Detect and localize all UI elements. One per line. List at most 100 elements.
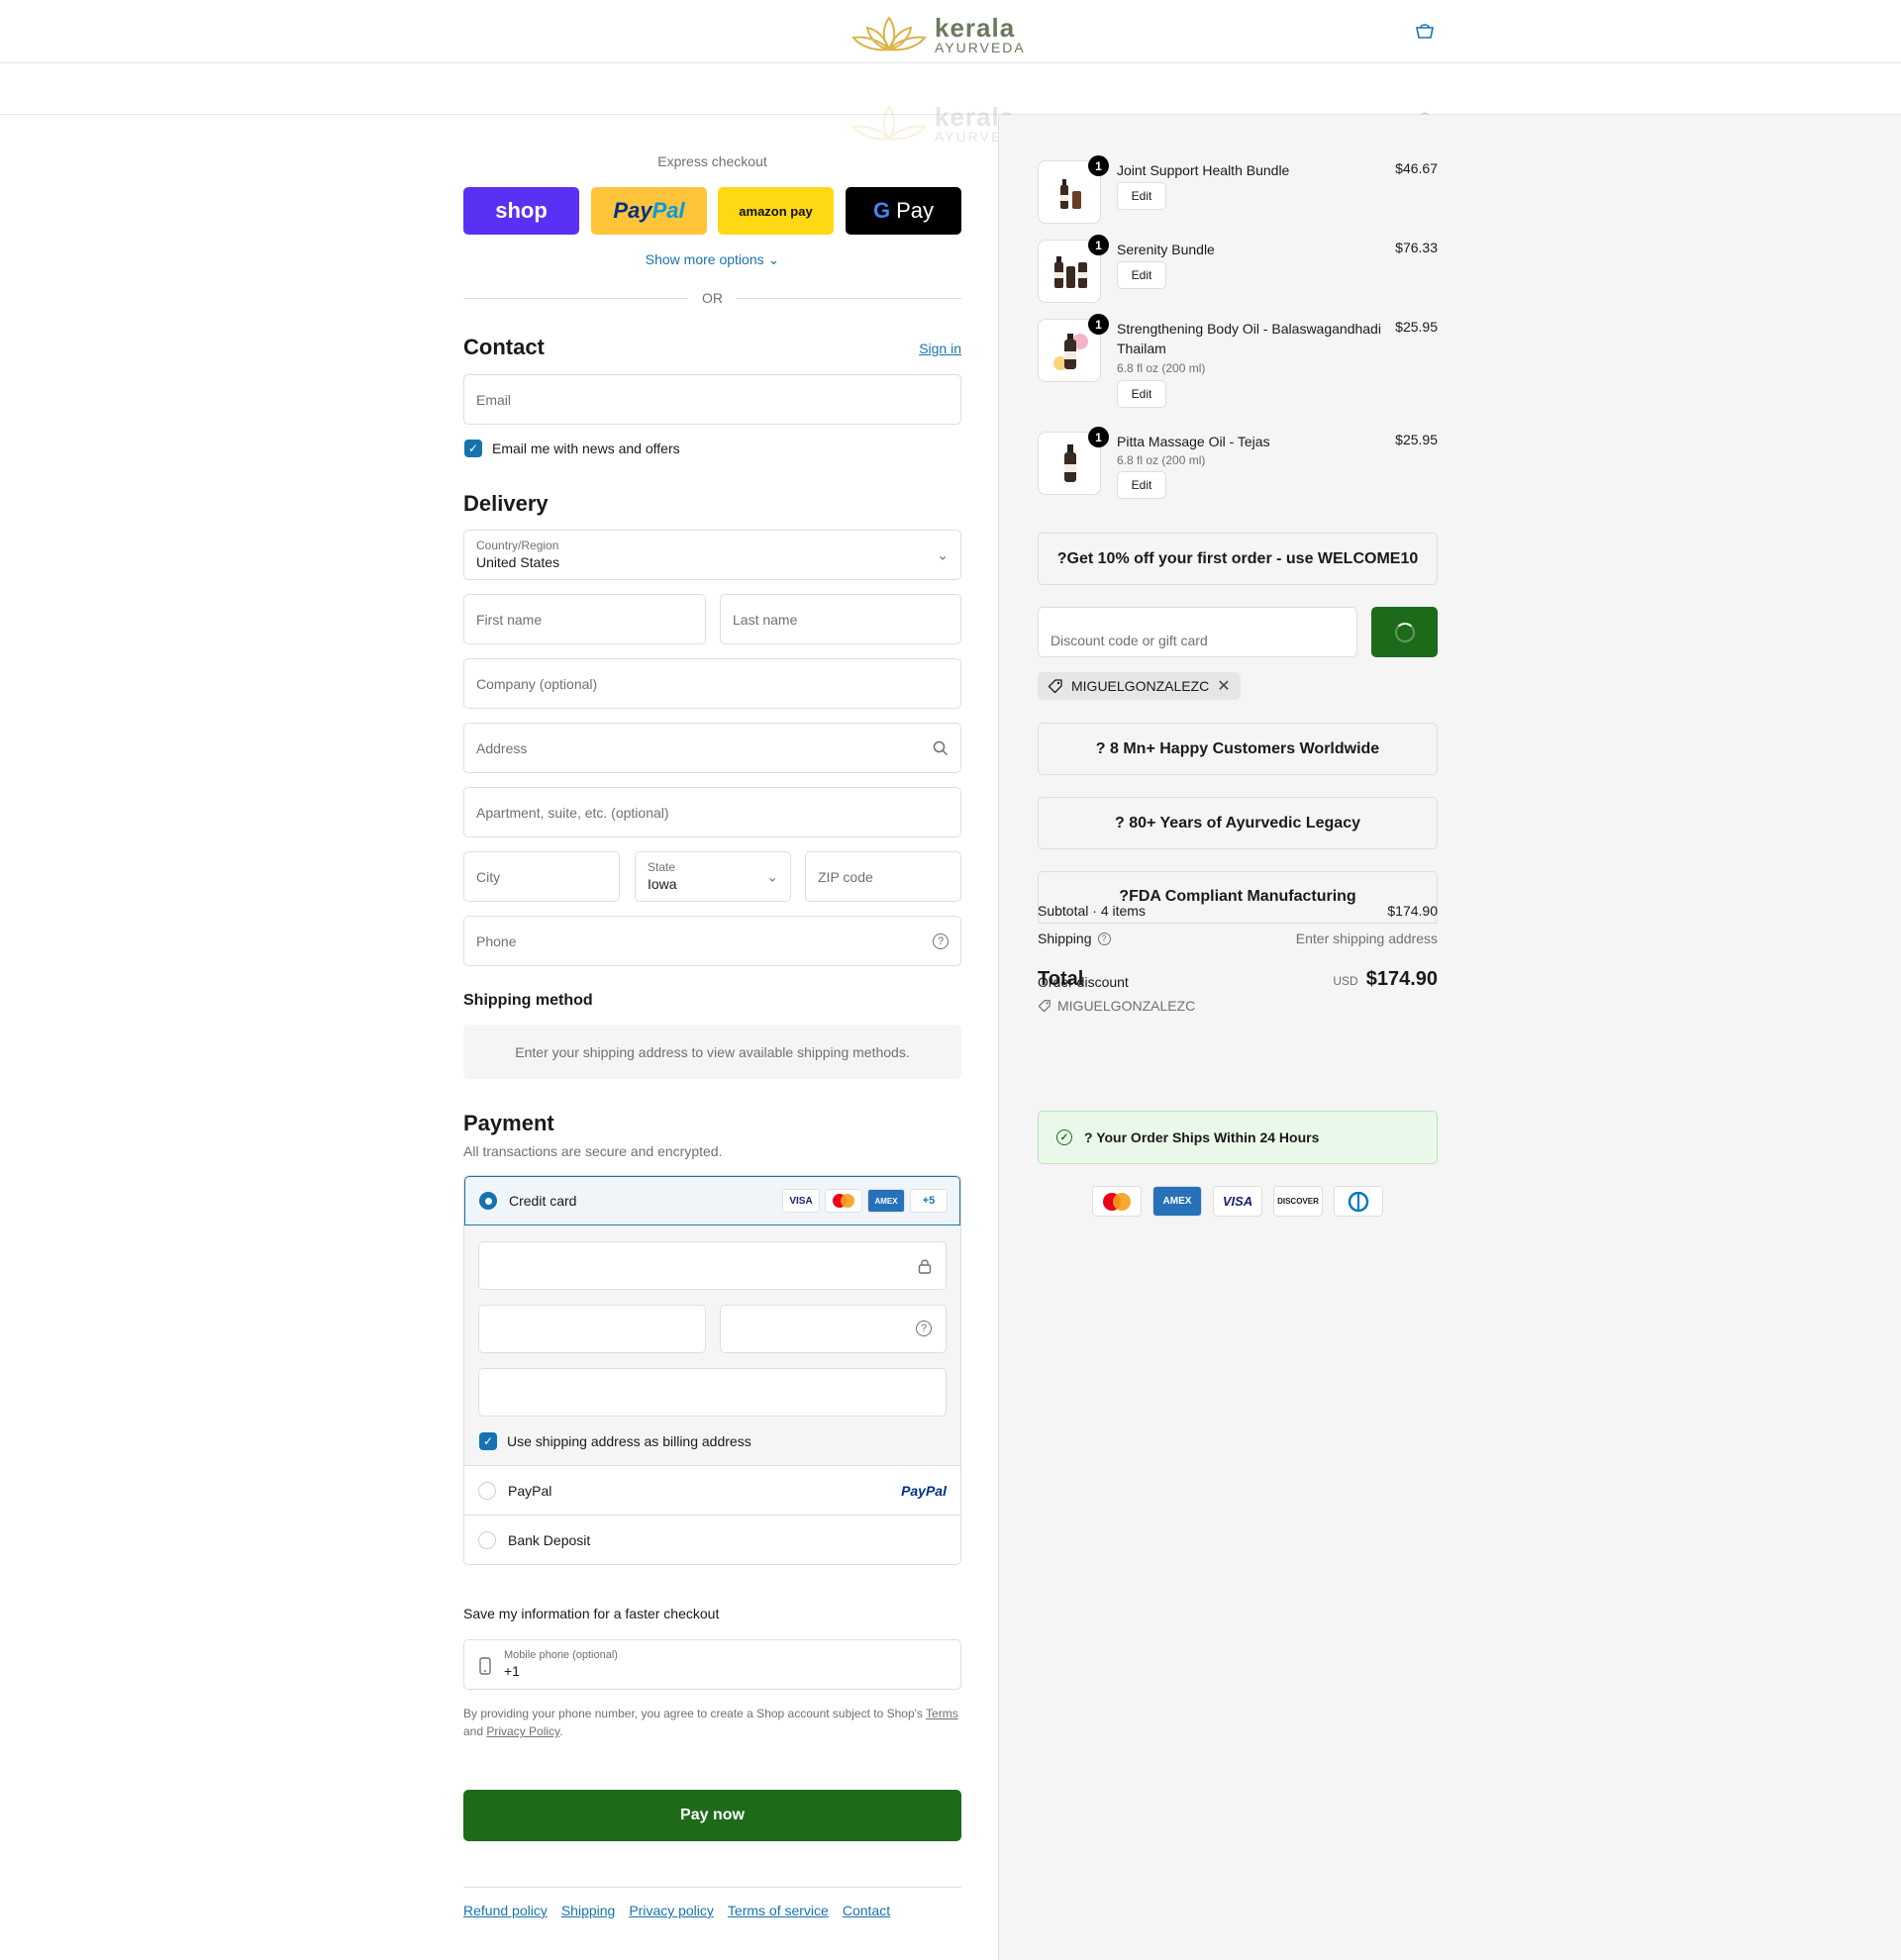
radio-unselected-icon [478, 1481, 496, 1500]
mobile-phone-field[interactable]: Mobile phone (optional) +1 [463, 1639, 961, 1690]
state-label: State [648, 860, 676, 875]
ships-within-banner: ✓ ? Your Order Ships Within 24 Hours [1038, 1111, 1438, 1164]
accepted-payment-icons: AMEX VISA DISCOVER [1092, 1186, 1383, 1217]
help-icon[interactable]: ? [1097, 931, 1111, 945]
terms-link[interactable]: Terms [926, 1707, 958, 1720]
paypal-pal-text: Pal [651, 198, 685, 223]
shipping-link[interactable]: Shipping [561, 1903, 616, 1918]
name-on-card-field[interactable] [478, 1368, 947, 1417]
edit-item-button[interactable]: Edit [1117, 380, 1166, 408]
shipping-method-message: Enter your shipping address to view avai… [463, 1025, 961, 1079]
applied-code-text: MIGUELGONZALEZC [1071, 678, 1210, 694]
address-field[interactable]: Address [463, 723, 961, 773]
footer-divider [463, 1887, 961, 1888]
trust-badge-customers: ? 8 Mn+ Happy Customers Worldwide [1038, 723, 1438, 775]
help-icon[interactable]: ? [916, 1321, 932, 1336]
applied-discount-chip: MIGUELGONZALEZC ✕ [1038, 672, 1241, 700]
radio-selected-icon [479, 1192, 497, 1210]
express-checkout-title: Express checkout [657, 153, 767, 169]
total-currency: USD [1333, 974, 1358, 988]
edit-item-button[interactable]: Edit [1117, 261, 1166, 289]
bank-deposit-label: Bank Deposit [508, 1532, 591, 1548]
legal-end: . [559, 1724, 563, 1738]
city-field[interactable]: City [463, 851, 620, 902]
zip-placeholder: ZIP code [818, 868, 873, 885]
card-number-field[interactable] [478, 1241, 947, 1290]
paypal-pay-text: Pay [613, 198, 652, 223]
checkbox-checked-icon: ✓ [479, 1432, 497, 1450]
company-field[interactable]: Company (optional) [463, 658, 961, 709]
product-price: $25.95 [1395, 319, 1438, 335]
help-icon[interactable]: ? [933, 932, 949, 949]
product-price: $46.67 [1395, 160, 1438, 176]
apartment-field[interactable]: Apartment, suite, etc. (optional) [463, 787, 961, 837]
cart-item: 1 Joint Support Health Bundle $46.67 Edi… [1038, 155, 1438, 230]
total-amount: USD $174.90 [1333, 968, 1438, 991]
email-field[interactable]: Email [463, 374, 961, 425]
news-offers-checkbox[interactable]: ✓ Email me with news and offers [464, 440, 680, 457]
store-logo[interactable]: kerala AYURVEDA [850, 10, 1048, 59]
header-ghost-bar: kerala AYURVEDA [0, 63, 1901, 144]
shopping-bag-icon[interactable] [1414, 22, 1436, 40]
shop-pay-button[interactable]: shop [463, 187, 579, 235]
sign-in-link[interactable]: Sign in [891, 341, 961, 356]
billing-same-checkbox[interactable]: ✓ Use shipping address as billing addres… [479, 1432, 751, 1450]
check-circle-icon: ✓ [1056, 1129, 1072, 1145]
terms-of-service-link[interactable]: Terms of service [728, 1903, 829, 1918]
credit-card-label: Credit card [509, 1193, 577, 1209]
privacy-policy-link[interactable]: Privacy Policy [486, 1724, 559, 1738]
state-select[interactable]: State Iowa ⌄ [635, 851, 791, 902]
lock-icon [918, 1259, 932, 1274]
subtotal-value: $174.90 [1387, 903, 1438, 919]
contact-link[interactable]: Contact [843, 1903, 890, 1918]
google-pay-button[interactable]: G Pay [846, 187, 961, 235]
quantity-badge: 1 [1088, 314, 1109, 335]
pay-now-button[interactable]: Pay now [463, 1790, 961, 1841]
state-value: Iowa [648, 875, 677, 892]
tag-icon [1048, 679, 1062, 694]
product-thumbnail: 1 [1038, 314, 1109, 382]
paypal-button[interactable]: Pay Pal [591, 187, 707, 235]
brand-name: kerala [935, 13, 1016, 43]
last-name-field[interactable]: Last name [720, 594, 961, 644]
visa-logo-icon: VISA [782, 1189, 820, 1213]
amex-icon: AMEX [1152, 1186, 1202, 1217]
edit-item-button[interactable]: Edit [1117, 182, 1166, 210]
or-divider: OR [463, 289, 961, 307]
first-name-field[interactable]: First name [463, 594, 706, 644]
show-more-options-link[interactable]: Show more options ⌄ [463, 251, 961, 268]
remove-discount-icon[interactable]: ✕ [1217, 676, 1230, 696]
contact-heading: Contact [463, 335, 545, 359]
refund-policy-link[interactable]: Refund policy [463, 1903, 548, 1918]
product-price: $25.95 [1395, 432, 1438, 447]
edit-item-button[interactable]: Edit [1117, 471, 1166, 499]
privacy-policy-footer-link[interactable]: Privacy policy [629, 1903, 714, 1918]
product-thumbnail: 1 [1038, 427, 1109, 495]
paypal-option[interactable]: PayPal PayPal [464, 1466, 960, 1516]
visa-icon: VISA [1213, 1186, 1262, 1217]
amex-logo-icon: AMEX [867, 1189, 905, 1213]
country-select[interactable]: Country/Region United States ⌄ [463, 530, 961, 580]
expiration-date-field[interactable] [478, 1305, 706, 1353]
subtotal-label: Subtotal · 4 items [1038, 903, 1146, 919]
chevron-down-icon: ⌄ [766, 868, 778, 884]
phone-field[interactable]: Phone ? [463, 916, 961, 966]
quantity-badge: 1 [1088, 155, 1109, 176]
product-name: Joint Support Health Bundle [1117, 162, 1290, 178]
amazon-pay-button[interactable]: amazon pay [718, 187, 834, 235]
discount-code-field[interactable]: Discount code or gift card [1038, 607, 1357, 657]
security-code-field[interactable]: ? [720, 1305, 947, 1353]
country-label: Country/Region [476, 539, 559, 553]
cart-item: 1 Serenity Bundle $76.33 Edit [1038, 235, 1438, 309]
product-price: $76.33 [1395, 240, 1438, 255]
more-cards-badge: +5 [910, 1189, 948, 1213]
bank-deposit-option[interactable]: Bank Deposit [464, 1516, 960, 1564]
welcome-promo-banner: ?Get 10% off your first order - use WELC… [1038, 533, 1438, 585]
city-placeholder: City [476, 868, 501, 885]
address-placeholder: Address [476, 739, 528, 756]
zip-field[interactable]: ZIP code [805, 851, 961, 902]
credit-card-option[interactable]: Credit card VISA AMEX +5 [464, 1176, 960, 1225]
cart-item: 1 Strengthening Body Oil - Balaswagandha… [1038, 314, 1438, 418]
apply-discount-button[interactable] [1371, 607, 1438, 657]
loading-spinner-icon [1394, 622, 1415, 642]
